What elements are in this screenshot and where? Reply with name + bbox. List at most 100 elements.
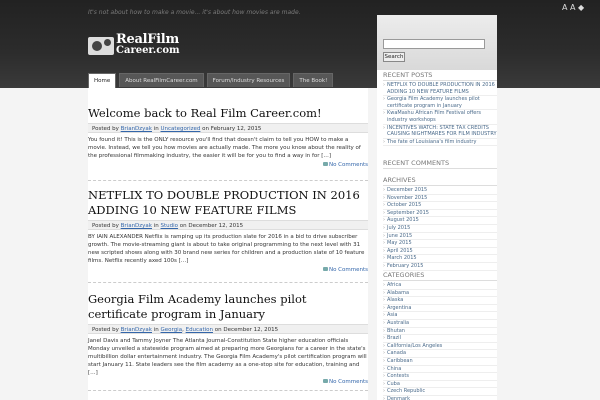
site-tagline: It's not about how to make a movie... it… [88, 9, 301, 16]
recent-comments-widget: RECENT COMMENTS [383, 159, 497, 170]
post: NETFLIX TO DOUBLE PRODUCTION IN 2016 ADD… [88, 188, 368, 273]
recent-post-link[interactable]: KwaMashu African Film Festival offers in… [383, 110, 497, 125]
post-category-link[interactable]: Georgia [161, 327, 183, 333]
archive-link[interactable]: September 2015 [383, 210, 497, 218]
font-size-tools[interactable]: A A ◆ [562, 3, 584, 12]
categories-list: AfricaAlabamaAlaskaArgentinaAsiaAustrali… [383, 282, 497, 400]
categories-widget: CATEGORIES AfricaAlabamaAlaskaArgentinaA… [383, 271, 497, 400]
categories-heading: CATEGORIES [383, 271, 497, 281]
comments-label: No Comments [328, 162, 368, 168]
search-box: Search [377, 15, 497, 70]
comment-icon [322, 379, 328, 383]
category-link[interactable]: Caribbean [383, 358, 497, 366]
logo-text-bottom: Career.com [116, 45, 180, 56]
nav-tab-book[interactable]: The Book! [293, 73, 334, 87]
site-header: It's not about how to make a movie... it… [0, 0, 600, 88]
post-author-link[interactable]: BrianDzyak [121, 126, 152, 132]
main-content: Welcome back to Real Film Career.com! Po… [88, 88, 368, 400]
post-author-link[interactable]: BrianDzyak [121, 327, 152, 333]
category-link[interactable]: China [383, 366, 497, 374]
archive-link[interactable]: June 2015 [383, 233, 497, 241]
category-link[interactable]: Africa [383, 282, 497, 290]
nav-tab-home[interactable]: Home [88, 73, 117, 88]
post-excerpt: You found it! This is the ONLY resource … [88, 137, 361, 159]
post-separator [88, 282, 368, 283]
main-nav: Home About RealFilmCareer.com Forum/Indu… [88, 73, 334, 88]
archive-link[interactable]: May 2015 [383, 240, 497, 248]
post-title[interactable]: NETFLIX TO DOUBLE PRODUCTION IN 2016 ADD… [88, 188, 368, 218]
archive-link[interactable]: April 2015 [383, 248, 497, 256]
meta-on: on [179, 223, 187, 229]
archive-link[interactable]: August 2015 [383, 217, 497, 225]
post-category-link[interactable]: Uncategorized [161, 126, 201, 132]
comments-label: No Comments [328, 379, 368, 385]
recent-posts-widget: RECENT POSTS NETFLIX TO DOUBLE PRODUCTIO… [383, 71, 497, 147]
nav-tab-about[interactable]: About RealFilmCareer.com [119, 73, 204, 87]
site-logo[interactable]: RealFilm Career.com [88, 32, 200, 63]
nav-tab-forum[interactable]: Forum/Industry Resources [206, 73, 291, 87]
comments-label: No Comments [328, 267, 368, 273]
category-link[interactable]: Czech Republic [383, 388, 497, 396]
category-link[interactable]: Asia [383, 312, 497, 320]
archives-widget: ARCHIVES December 2015November 2015Octob… [383, 176, 497, 271]
post-separator [88, 180, 368, 181]
recent-post-link[interactable]: INCENTIVES WATCH: STATE TAX CREDITS CAUS… [383, 125, 497, 139]
post-excerpt: BY IAIN ALEXANDER Netflix is ramping up … [88, 234, 365, 264]
post-meta: Posted by BrianDzyak in Uncategorized on… [88, 123, 368, 133]
archives-heading: ARCHIVES [383, 176, 497, 186]
post: Georgia Film Academy launches pilot cert… [88, 292, 368, 385]
recent-posts-heading: RECENT POSTS [383, 71, 497, 81]
category-link[interactable]: Canada [383, 350, 497, 358]
category-link[interactable]: Cuba [383, 381, 497, 389]
category-link[interactable]: Denmark [383, 396, 497, 400]
post-meta: Posted by BrianDzyak in Georgia, Educati… [88, 324, 368, 334]
search-input[interactable] [383, 39, 485, 49]
post: Welcome back to Real Film Career.com! Po… [88, 106, 368, 168]
category-link[interactable]: Bhutan [383, 328, 497, 336]
post-category-link[interactable]: Studio [161, 223, 179, 229]
post-title[interactable]: Welcome back to Real Film Career.com! [88, 106, 368, 121]
archives-list: December 2015November 2015October 2015Se… [383, 187, 497, 271]
comment-icon [322, 162, 328, 166]
film-camera-icon [88, 37, 114, 55]
recent-comments-heading: RECENT COMMENTS [383, 159, 497, 169]
recent-post-link[interactable]: NETFLIX TO DOUBLE PRODUCTION IN 2016 ADD… [383, 82, 497, 97]
meta-on: on [214, 327, 222, 333]
archive-link[interactable]: July 2015 [383, 225, 497, 233]
post-author-link[interactable]: BrianDzyak [121, 223, 152, 229]
meta-prefix: Posted by [92, 223, 119, 229]
category-link[interactable]: Alaska [383, 297, 497, 305]
archive-link[interactable]: October 2015 [383, 202, 497, 210]
post-excerpt: Janel Davis and Tammy Joyner The Atlanta… [88, 338, 367, 376]
post-meta: Posted by BrianDzyak in Studio on Decemb… [88, 220, 368, 230]
search-button[interactable]: Search [383, 52, 405, 62]
category-link[interactable]: Argentina [383, 305, 497, 313]
post-date: December 12, 2015 [188, 223, 244, 229]
post-comments-link[interactable]: No Comments [88, 379, 368, 385]
archive-link[interactable]: March 2015 [383, 255, 497, 263]
category-link[interactable]: Australia [383, 320, 497, 328]
post-comments-link[interactable]: No Comments [88, 267, 368, 273]
category-link[interactable]: Alabama [383, 290, 497, 298]
post-date: February 12, 2015 [210, 126, 262, 132]
post-comments-link[interactable]: No Comments [88, 162, 368, 168]
meta-on: on [202, 126, 209, 132]
post-category-link-2[interactable]: Education [186, 327, 213, 333]
meta-in: in [153, 126, 159, 132]
category-link[interactable]: Brazil [383, 335, 497, 343]
archive-link[interactable]: December 2015 [383, 187, 497, 195]
meta-prefix: Posted by [92, 126, 119, 132]
post-title[interactable]: Georgia Film Academy launches pilot cert… [88, 292, 368, 322]
comment-icon [322, 267, 328, 271]
meta-in: in [153, 223, 159, 229]
post-date: December 12, 2015 [223, 327, 279, 333]
recent-post-link[interactable]: Georgia Film Academy launches pilot cert… [383, 96, 497, 111]
category-link[interactable]: California/Los Angeles [383, 343, 497, 351]
recent-post-link[interactable]: The fate of Louisiana's film industry [383, 139, 497, 147]
category-link[interactable]: Contests [383, 373, 497, 381]
sidebar: Search RECENT POSTS NETFLIX TO DOUBLE PR… [377, 15, 497, 400]
archive-link[interactable]: November 2015 [383, 195, 497, 203]
post-separator [88, 390, 368, 391]
meta-in: in [153, 327, 159, 333]
archive-link[interactable]: February 2015 [383, 263, 497, 271]
